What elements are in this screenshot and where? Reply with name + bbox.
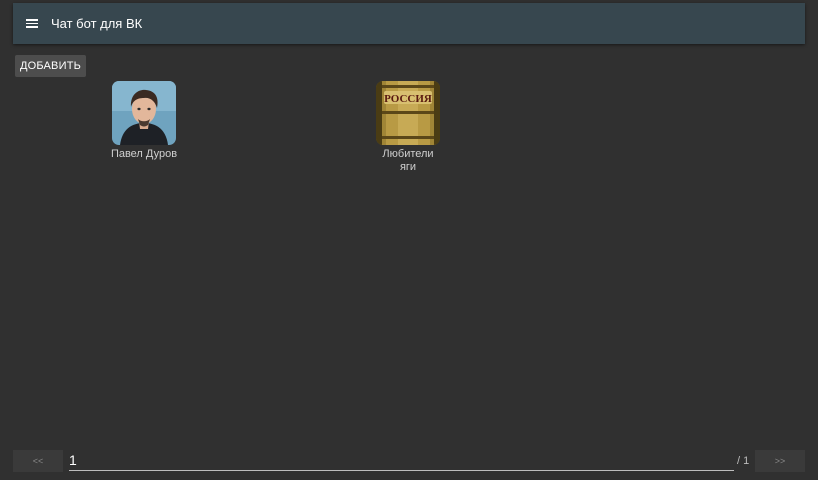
page-total-label: / 1 xyxy=(737,455,750,467)
add-button[interactable]: ДОБАВИТЬ xyxy=(15,55,86,77)
next-page-button[interactable]: >> xyxy=(755,450,805,472)
menu-button[interactable] xyxy=(13,3,51,44)
person-portrait-icon xyxy=(112,81,176,145)
app-bar: Чат бот для ВК xyxy=(13,3,805,44)
app-title: Чат бот для ВК xyxy=(51,16,143,31)
previous-page-button[interactable]: << xyxy=(13,450,63,472)
chat-item-pavel-durov[interactable]: Павел Дуров xyxy=(99,81,189,161)
avatar[interactable]: РОССИЯ xyxy=(376,81,440,145)
hamburger-menu-icon xyxy=(26,19,38,28)
page-number-input[interactable] xyxy=(69,450,734,471)
svg-text:РОССИЯ: РОССИЯ xyxy=(384,93,432,105)
russia-barrel-icon: РОССИЯ xyxy=(376,81,440,145)
chat-name: Павел Дуров xyxy=(110,148,178,160)
avatar[interactable] xyxy=(112,81,176,145)
chat-name: Любители яги xyxy=(382,148,434,173)
pagination-bar: << / 1 >> xyxy=(0,448,818,474)
chat-item-lubiteli-yagi[interactable]: РОССИЯ Любители яги xyxy=(363,81,453,174)
